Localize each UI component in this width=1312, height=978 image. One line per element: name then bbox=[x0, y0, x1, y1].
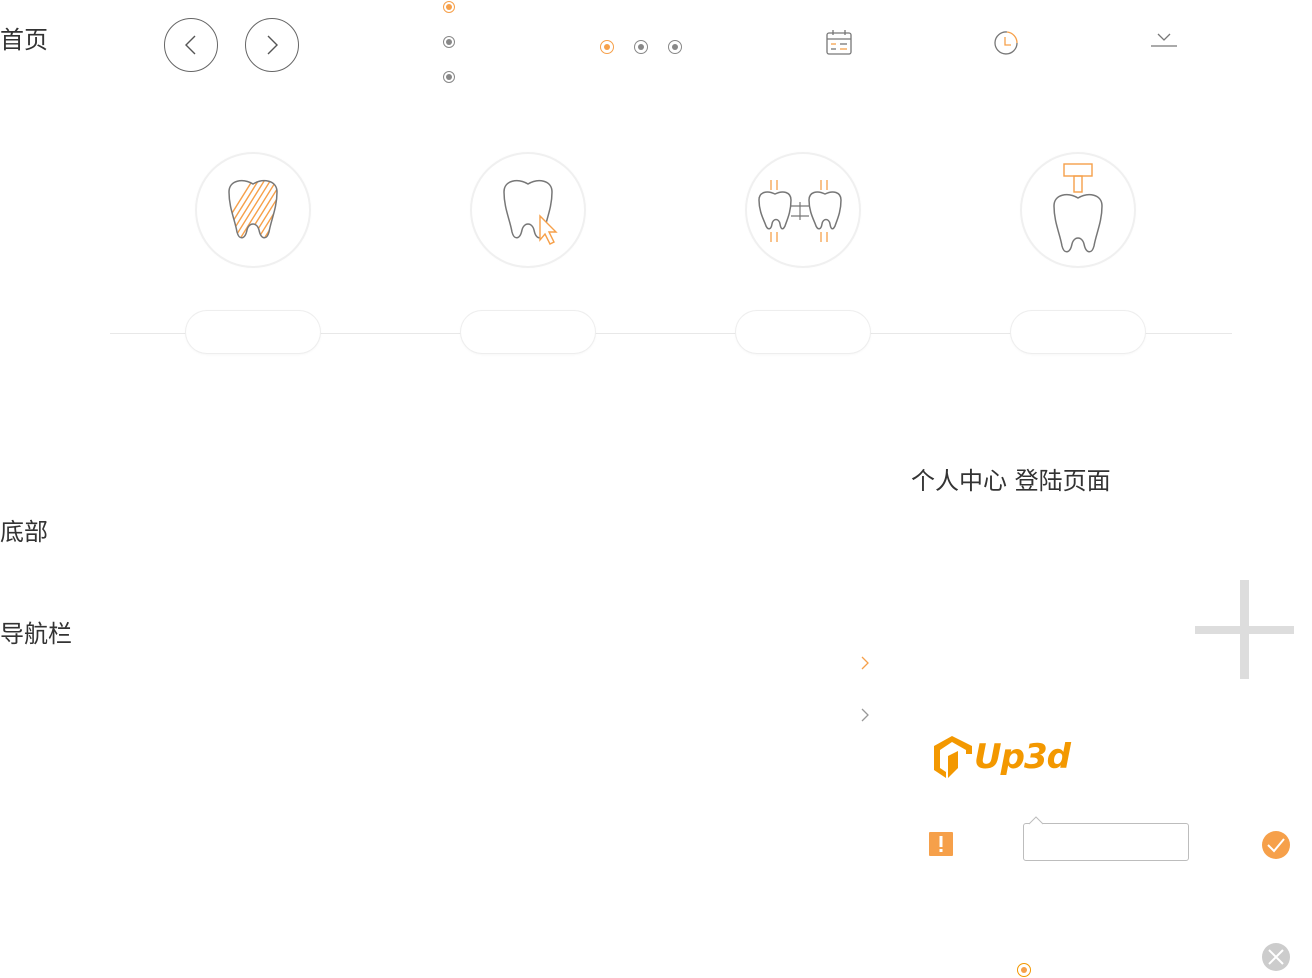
tooth-step-card-1[interactable] bbox=[197, 154, 309, 266]
tooltip-input-field[interactable] bbox=[1023, 823, 1189, 861]
chevron-right-icon bbox=[267, 35, 278, 55]
radio-option-2[interactable] bbox=[443, 36, 455, 48]
section-label-bottom: 底部 bbox=[0, 518, 48, 546]
pager-dot-1[interactable] bbox=[600, 40, 614, 54]
download-icon[interactable] bbox=[1149, 30, 1179, 50]
check-circle-icon bbox=[1262, 831, 1290, 859]
radio-option-3[interactable] bbox=[443, 71, 455, 83]
chevron-right-orange-icon[interactable] bbox=[858, 655, 872, 671]
brand-logo: Up3d bbox=[928, 732, 1071, 782]
section-label-navbar: 导航栏 bbox=[0, 620, 72, 648]
clock-icon[interactable] bbox=[993, 29, 1021, 57]
next-button[interactable] bbox=[245, 18, 299, 72]
bottom-radio[interactable] bbox=[1017, 963, 1031, 977]
chevron-left-icon bbox=[185, 35, 196, 55]
tooth-step-card-2[interactable] bbox=[472, 154, 584, 266]
prev-button[interactable] bbox=[164, 18, 218, 72]
tooltip-caret-icon bbox=[1029, 816, 1043, 825]
step-pill-2[interactable] bbox=[461, 311, 595, 353]
close-circle-icon[interactable] bbox=[1261, 942, 1291, 972]
chevron-right-grey-icon[interactable] bbox=[858, 707, 872, 723]
step-pill-3[interactable] bbox=[736, 311, 870, 353]
tooth-hatched-icon bbox=[228, 179, 278, 239]
logo-text: Up3d bbox=[974, 737, 1071, 777]
tooth-step-card-3[interactable] bbox=[747, 154, 859, 266]
calendar-icon[interactable] bbox=[825, 29, 853, 57]
tooth-pair-icon bbox=[758, 180, 842, 242]
tooth-cursor-icon bbox=[503, 179, 558, 245]
step-pill-4[interactable] bbox=[1011, 311, 1145, 353]
warning-icon bbox=[929, 832, 953, 856]
pager-dot-2[interactable] bbox=[634, 40, 648, 54]
step-pill-1[interactable] bbox=[186, 311, 320, 353]
radio-option-1[interactable] bbox=[443, 1, 455, 13]
pager-dot-3[interactable] bbox=[668, 40, 682, 54]
login-section-title: 个人中心 登陆页面 bbox=[911, 467, 1111, 495]
section-label-home: 首页 bbox=[0, 26, 48, 54]
plus-icon-horizontal bbox=[1195, 626, 1294, 634]
logo-mark-icon bbox=[934, 736, 972, 778]
tooth-step-card-4[interactable] bbox=[1022, 154, 1134, 266]
tooth-hammer-icon bbox=[1053, 163, 1103, 253]
